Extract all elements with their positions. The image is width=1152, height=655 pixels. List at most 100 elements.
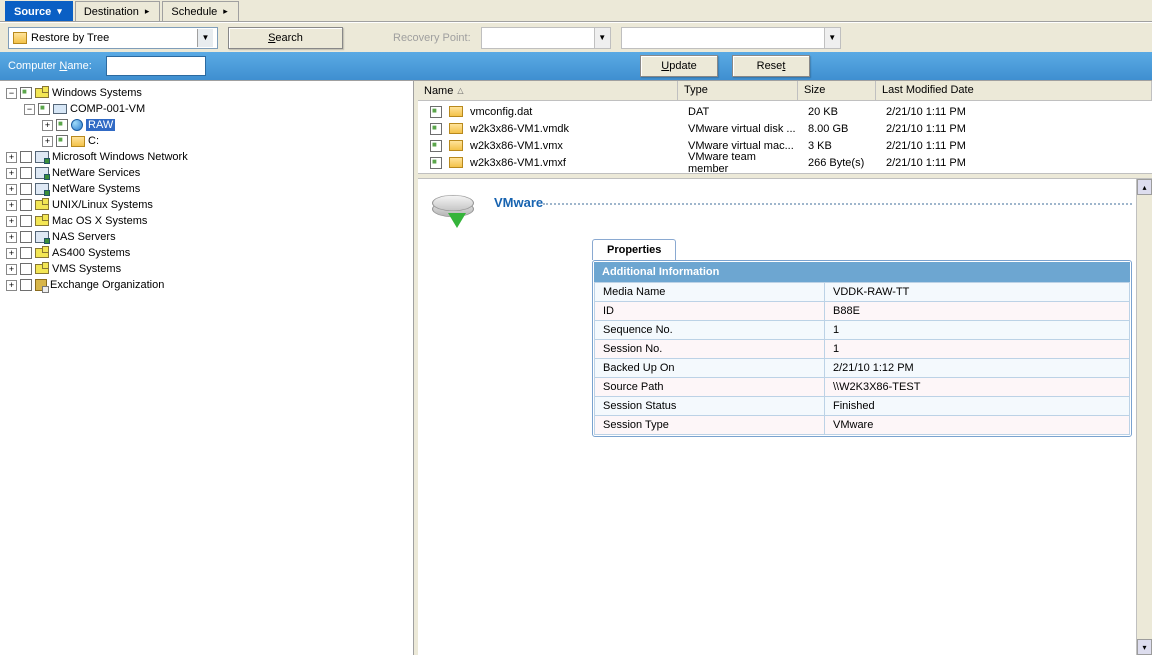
file-icon	[449, 140, 463, 151]
tree-node[interactable]: +Mac OS X Systems	[2, 213, 411, 229]
checkbox[interactable]	[20, 167, 32, 179]
tree-label: NetWare Services	[52, 167, 140, 179]
checkbox[interactable]	[20, 279, 32, 291]
checkbox[interactable]	[38, 103, 50, 115]
tree-label: C:	[88, 135, 99, 147]
property-key: Sequence No.	[595, 321, 825, 340]
tree-node[interactable]: +AS400 Systems	[2, 245, 411, 261]
checkbox[interactable]	[430, 140, 442, 152]
tab-label: Source	[14, 6, 51, 18]
file-icon	[449, 106, 463, 117]
checkbox[interactable]	[20, 183, 32, 195]
file-date: 2/21/10 1:11 PM	[880, 123, 1152, 135]
checkbox[interactable]	[20, 151, 32, 163]
file-size: 8.00 GB	[802, 123, 880, 135]
expand-icon[interactable]: +	[6, 184, 17, 195]
tree-node-cdrive[interactable]: + C:	[2, 133, 411, 149]
checkbox[interactable]	[20, 199, 32, 211]
collapse-icon[interactable]: −	[6, 88, 17, 99]
tree-node[interactable]: + NetWare Services	[2, 165, 411, 181]
computer-bar: Computer Name: Update Reset	[0, 52, 1152, 80]
col-date[interactable]: Last Modified Date	[876, 81, 1152, 100]
property-key: Session Type	[595, 416, 825, 435]
expand-icon[interactable]: +	[6, 264, 17, 275]
checkbox[interactable]	[56, 135, 68, 147]
file-row[interactable]: w2k3x86-VM1.vmdkVMware virtual disk ...8…	[418, 120, 1152, 137]
expand-icon[interactable]: +	[6, 200, 17, 211]
vertical-scrollbar[interactable]: ▴ ▾	[1136, 179, 1152, 655]
recovery-time-combo[interactable]: ▼	[621, 27, 841, 49]
tree-node[interactable]: +Exchange Organization	[2, 277, 411, 293]
tree-pane: − Windows Systems − COMP-001-VM + RAW	[0, 81, 414, 655]
restore-mode-combo[interactable]: Restore by Tree ▼	[8, 27, 218, 49]
expand-icon[interactable]: +	[6, 168, 17, 179]
file-name: vmconfig.dat	[470, 106, 532, 118]
file-row[interactable]: w2k3x86-VM1.vmxfVMware team member266 By…	[418, 154, 1152, 171]
expand-icon[interactable]: +	[6, 232, 17, 243]
col-size[interactable]: Size	[798, 81, 876, 100]
properties-table: Media NameVDDK-RAW-TTIDB88ESequence No.1…	[594, 282, 1130, 435]
checkbox[interactable]	[430, 157, 442, 169]
col-name[interactable]: Name △	[418, 81, 678, 100]
computer-name-label: Computer Name:	[8, 60, 92, 72]
drive-icon	[71, 136, 85, 147]
node-icon	[35, 264, 49, 274]
properties-panel: Additional Information Media NameVDDK-RA…	[592, 260, 1132, 437]
scroll-up-icon[interactable]: ▴	[1137, 179, 1152, 195]
collapse-icon[interactable]: −	[24, 104, 35, 115]
expand-icon[interactable]: +	[42, 136, 53, 147]
node-icon	[35, 167, 49, 179]
tree-node-raw[interactable]: + RAW	[2, 117, 411, 133]
tree-node[interactable]: +UNIX/Linux Systems	[2, 197, 411, 213]
tree-node[interactable]: + Microsoft Windows Network	[2, 149, 411, 165]
checkbox[interactable]	[56, 119, 68, 131]
expand-icon[interactable]: +	[6, 152, 17, 163]
property-row: Source Path\\W2K3X86-TEST	[595, 378, 1130, 397]
property-row: Backed Up On2/21/10 1:12 PM	[595, 359, 1130, 378]
checkbox[interactable]	[20, 87, 32, 99]
divider	[543, 203, 1132, 205]
checkbox[interactable]	[20, 215, 32, 227]
col-type[interactable]: Type	[678, 81, 798, 100]
tree-node-comp[interactable]: − COMP-001-VM	[2, 101, 411, 117]
chevron-down-icon: ▾	[57, 6, 62, 17]
computer-name-input[interactable]	[106, 56, 206, 76]
checkbox[interactable]	[20, 247, 32, 259]
search-button[interactable]: Search	[228, 27, 343, 49]
tree-node-windows-systems[interactable]: − Windows Systems	[2, 85, 411, 101]
tree-node[interactable]: +NAS Servers	[2, 229, 411, 245]
file-icon	[449, 123, 463, 134]
property-value: 2/21/10 1:12 PM	[825, 359, 1130, 378]
expand-icon[interactable]: +	[42, 120, 53, 131]
file-row[interactable]: vmconfig.datDAT20 KB2/21/10 1:11 PM	[418, 103, 1152, 120]
scroll-down-icon[interactable]: ▾	[1137, 639, 1152, 655]
combo-value: Restore by Tree	[31, 32, 109, 44]
recovery-point-label: Recovery Point:	[393, 32, 471, 44]
dropdown-icon: ▼	[594, 28, 610, 48]
tab-bar: Source ▾ Destination ▸ Schedule ▸	[0, 0, 1152, 22]
tree-node[interactable]: +VMS Systems	[2, 261, 411, 277]
update-button[interactable]: Update	[640, 55, 718, 77]
checkbox[interactable]	[430, 123, 442, 135]
checkbox[interactable]	[20, 263, 32, 275]
tab-schedule[interactable]: Schedule ▸	[162, 1, 238, 21]
tree-label: Microsoft Windows Network	[52, 151, 188, 163]
expand-icon[interactable]: +	[6, 280, 17, 291]
checkbox[interactable]	[430, 106, 442, 118]
globe-icon	[71, 119, 83, 131]
tab-properties[interactable]: Properties	[592, 239, 676, 260]
tab-source[interactable]: Source ▾	[5, 1, 73, 21]
recovery-point-combo[interactable]: ▼	[481, 27, 611, 49]
checkbox[interactable]	[20, 231, 32, 243]
file-name: w2k3x86-VM1.vmxf	[470, 157, 566, 169]
tab-destination[interactable]: Destination ▸	[75, 1, 161, 21]
expand-icon[interactable]: +	[6, 216, 17, 227]
file-date: 2/21/10 1:11 PM	[880, 157, 1152, 169]
expand-icon[interactable]: +	[6, 248, 17, 259]
right-pane: Name △ Type Size Last Modified Date vmco…	[418, 81, 1152, 655]
node-icon	[35, 216, 49, 226]
detail-pane: VMware Properties Additional Information…	[418, 179, 1152, 655]
tree-node[interactable]: +NetWare Systems	[2, 181, 411, 197]
reset-button[interactable]: Reset	[732, 55, 810, 77]
property-value: 1	[825, 340, 1130, 359]
